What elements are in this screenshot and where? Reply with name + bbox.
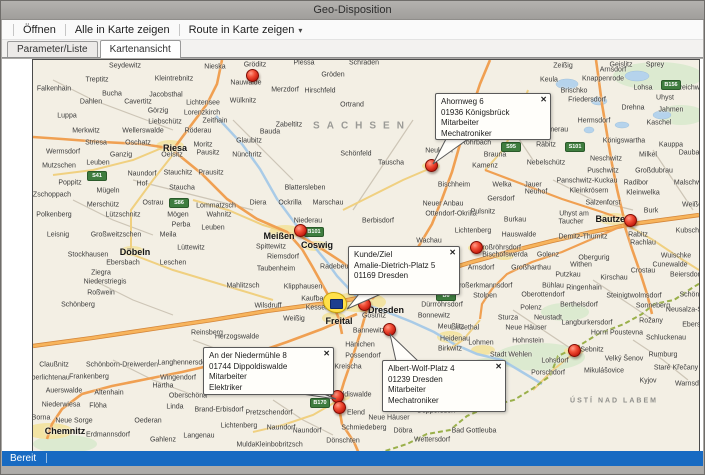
popup-text-line: An der Niedermühle 8 — [209, 351, 319, 362]
popup-tail — [390, 334, 418, 361]
status-separator — [46, 453, 47, 463]
popup-text-line: Elektriker — [209, 383, 319, 394]
popup-text-line: Ahornweg 6 — [441, 97, 536, 108]
show-all-in-map-button[interactable]: Alle in Karte zeigen — [71, 24, 174, 36]
popup-text-line: Kunde/Ziel — [354, 250, 445, 261]
popup-text-line: 01744 Dippoldiswalde — [209, 362, 319, 373]
map-canvas[interactable]: SeydewitzNieskaTreptitzKleintrebnitzNauw… — [32, 59, 700, 453]
show-route-in-map-button[interactable]: Route in Karte zeigen▾ — [185, 24, 307, 36]
toolbar-separator — [13, 24, 14, 36]
popup-text-line: Mitarbeiter — [209, 372, 319, 383]
show-route-label: Route in Karte zeigen — [189, 24, 295, 36]
toolbar-separator — [65, 24, 66, 36]
window-bottom-edge — [2, 466, 703, 473]
popup-close-button[interactable]: ✕ — [323, 349, 330, 358]
open-button[interactable]: Öffnen — [19, 24, 60, 36]
window-title: Geo-Disposition — [313, 4, 391, 16]
title-bar: Geo-Disposition — [1, 1, 704, 20]
map-popup: ✕ Albert-Wolf-Platz 401239 DresdenMitarbe… — [382, 360, 506, 412]
content-area: SeydewitzNieskaTreptitzKleintrebnitzNauw… — [2, 59, 703, 451]
popup-text-line: 01169 Dresden — [354, 271, 445, 282]
popup-text-line: Albert-Wolf-Platz 4 — [388, 364, 491, 375]
tab-kartenansicht[interactable]: Kartenansicht — [100, 40, 181, 58]
map-popup: ✕ Kunde/ZielAmalie-Dietrich-Platz 501169 … — [348, 246, 460, 295]
popup-text-line: 01936 Königsbrück — [441, 108, 536, 119]
popup-text-line: Mechatroniker — [388, 396, 491, 407]
toolbar: Öffnen Alle in Karte zeigen Route in Kar… — [2, 20, 703, 40]
popup-close-button[interactable]: ✕ — [495, 362, 502, 371]
tab-strip: Parameter/Liste Kartenansicht — [2, 40, 703, 58]
toolbar-separator — [179, 24, 180, 36]
app-window: Geo-Disposition Öffnen Alle in Karte zei… — [0, 0, 705, 475]
popup-text-line: 01239 Dresden — [388, 375, 491, 386]
popup-tail — [347, 294, 381, 309]
map-popup: ✕ An der Niedermühle 801744 Dippoldiswald… — [203, 347, 334, 395]
popup-text-line: Mitarbeiter — [388, 385, 491, 396]
status-bar: Bereit — [2, 451, 703, 466]
popup-close-button[interactable]: ✕ — [449, 248, 456, 257]
popup-close-button[interactable]: ✕ — [540, 95, 547, 104]
tab-parameter-liste[interactable]: Parameter/Liste — [7, 41, 98, 57]
map-popup: ✕ Ahornweg 601936 KönigsbrückMitarbeiterM… — [435, 93, 551, 140]
popup-text-line: Mechatroniker — [441, 129, 536, 140]
status-text: Bereit — [10, 453, 36, 464]
popup-tail — [433, 139, 468, 164]
chevron-down-icon: ▾ — [298, 26, 302, 35]
popup-text-line: Mitarbeiter — [441, 118, 536, 129]
popup-text-line: Amalie-Dietrich-Platz 5 — [354, 261, 445, 272]
